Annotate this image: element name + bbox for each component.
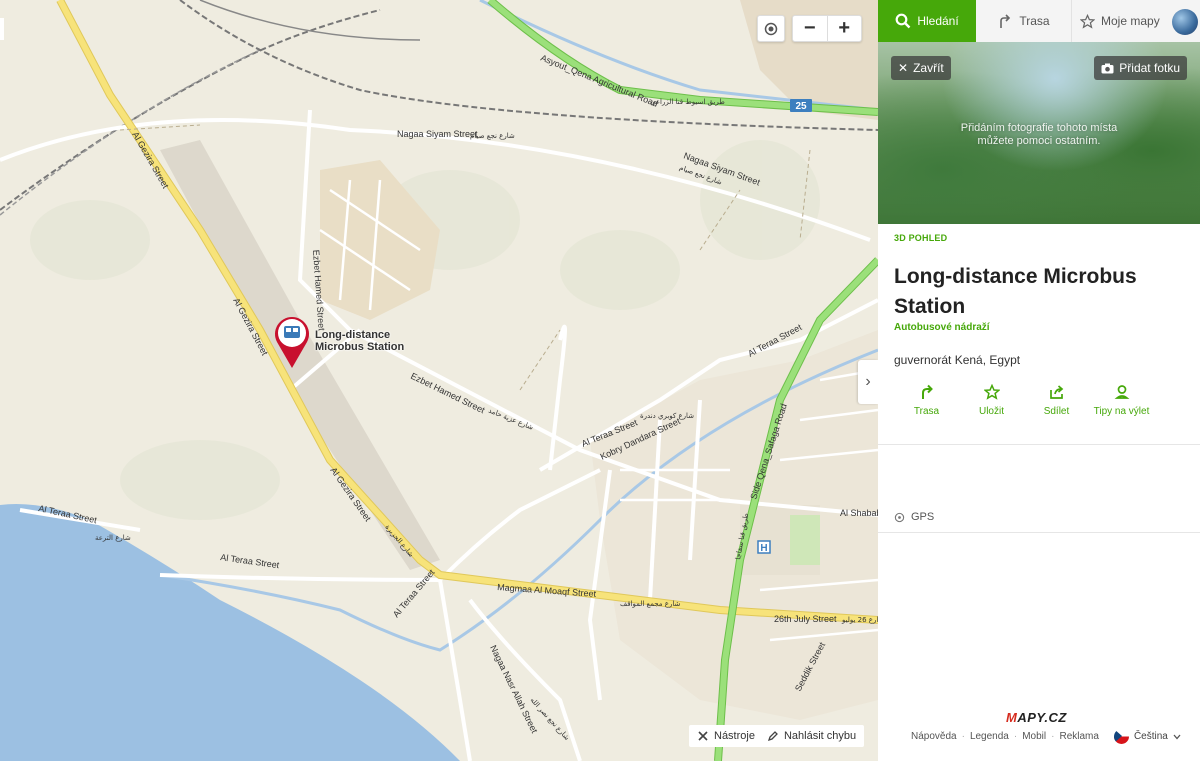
top-tabs: Hledání Trasa Moje mapy xyxy=(878,0,1200,42)
road-label-ar: طريق اسيوط قنا الزراعي xyxy=(650,98,725,106)
zoom-out-button[interactable]: − xyxy=(793,16,827,41)
poi-label-line1: Long-distance xyxy=(315,329,391,341)
chevron-down-icon xyxy=(1173,734,1181,739)
map-graphics: Asyout_Qena Agricultural Road طريق اسيوط… xyxy=(0,0,878,761)
road-label-ar: شارع الترعة xyxy=(95,534,131,542)
locate-me-button[interactable] xyxy=(757,15,785,42)
footer-link-legend[interactable]: Legenda xyxy=(970,731,1009,742)
save-action-button[interactable]: Uložit xyxy=(959,384,1024,418)
place-photo-placeholder: ✕ Zavřít Přidat fotku Přidáním fotografi… xyxy=(878,42,1200,224)
road-label-ar: شارع كوبري دندرة xyxy=(640,412,694,420)
language-label: Čeština xyxy=(1133,731,1168,742)
zoom-in-button[interactable]: + xyxy=(826,16,862,41)
language-selector[interactable]: Čeština xyxy=(1113,729,1181,744)
close-icon: ✕ xyxy=(898,61,909,75)
footer-link-mobile[interactable]: Mobil xyxy=(1022,731,1046,742)
save-action-label: Uložit xyxy=(978,406,1004,417)
trip-tips-action-button[interactable]: Tipy na výlet xyxy=(1089,384,1154,418)
map-canvas[interactable]: Asyout_Qena Agricultural Road طريق اسيوط… xyxy=(0,0,878,761)
logo-m: M xyxy=(1006,710,1018,725)
gps-icon xyxy=(894,512,905,522)
add-photo-button[interactable]: Přidat fotku xyxy=(1094,56,1187,80)
footer-separator: · xyxy=(1013,731,1018,742)
footer-links: Nápověda · Legenda · Mobil · Reklama Češ… xyxy=(911,729,1181,744)
road-label: Al Teraa Street xyxy=(220,552,281,570)
divider xyxy=(878,532,1200,533)
road-label-ar: شارع مجمع المواقف xyxy=(620,600,680,608)
trip-pin-icon xyxy=(1114,385,1129,399)
share-icon xyxy=(1049,385,1063,399)
trip-tips-action-label: Tipy na výlet xyxy=(1093,406,1150,417)
divider xyxy=(878,444,1200,445)
poi-label[interactable]: Long-distance Microbus Station xyxy=(315,329,404,353)
place-address: guvernorát Kená, Egypt xyxy=(894,353,1021,367)
star-outline-icon xyxy=(983,384,1000,400)
mapy-cz-logo[interactable]: MAPY.CZ xyxy=(1006,710,1067,725)
close-button[interactable]: ✕ Zavřít xyxy=(891,56,951,80)
footer-separator: · xyxy=(1051,731,1055,742)
road-label: 26th July Street xyxy=(774,614,837,624)
tab-route-label: Trasa xyxy=(1019,14,1050,28)
star-icon xyxy=(1080,13,1095,29)
app-root: Asyout_Qena Agricultural Road طريق اسيوط… xyxy=(0,0,1200,761)
czech-flag-icon xyxy=(1113,729,1129,744)
tools-icon xyxy=(698,731,708,741)
photo-hint-line2: můžete pomoci ostatním. xyxy=(977,135,1101,147)
place-actions: Trasa Uložit Sdílet Tipy na výlet xyxy=(894,384,1154,418)
road-label: Al Gezira Street xyxy=(130,130,171,190)
footer-link-ads[interactable]: Reklama xyxy=(1059,731,1098,742)
view-3d-link[interactable]: 3D POHLED xyxy=(894,233,947,243)
tab-search-label: Hledání xyxy=(917,14,959,28)
map-left-edge xyxy=(0,18,4,40)
route-action-label: Trasa xyxy=(913,406,940,417)
poi-label-line2: Microbus Station xyxy=(315,341,405,353)
logo-rest: APY.CZ xyxy=(1017,710,1067,725)
hospital-icon: H xyxy=(760,543,767,554)
route-shield: 25 xyxy=(795,101,807,112)
tools-button[interactable]: Nástroje xyxy=(697,730,755,742)
road-label-ar: شارع 26 يوليو xyxy=(841,616,878,624)
road-label: Asyout_Qena Agricultural Road xyxy=(539,53,659,109)
share-action-button[interactable]: Sdílet xyxy=(1024,384,1089,418)
pencil-icon xyxy=(767,731,778,742)
target-icon xyxy=(764,22,778,35)
gps-row[interactable]: GPS xyxy=(894,511,934,523)
route-action-button[interactable]: Trasa xyxy=(894,384,959,418)
close-label: Zavřít xyxy=(913,61,944,75)
road-label: Al Teraa Street xyxy=(391,567,437,619)
photo-hint: Přidáním fotografie tohoto místa můžete … xyxy=(878,122,1200,148)
gps-label: GPS xyxy=(911,511,935,523)
camera-icon xyxy=(1101,63,1114,73)
road-label: Nagaa Siyam Street xyxy=(397,129,478,139)
report-error-button[interactable]: Nahlásit chybu xyxy=(767,730,856,742)
road-label: Al Shabab xyxy=(840,508,878,518)
share-action-label: Sdílet xyxy=(1043,406,1070,417)
report-error-label: Nahlásit chybu xyxy=(783,730,857,742)
sidebar-panel: Hledání Trasa Moje mapy ✕ Zavřít Přidat … xyxy=(878,0,1200,761)
road-label: Nagaa Nasr Allah Street xyxy=(488,643,540,735)
footer-separator: · xyxy=(961,731,965,742)
collapse-panel-button[interactable]: › xyxy=(858,360,878,404)
search-icon xyxy=(895,13,911,29)
photo-hint-line1: Přidáním fotografie tohoto místa xyxy=(960,122,1118,134)
chevron-right-icon: › xyxy=(865,373,871,390)
route-icon xyxy=(1000,14,1011,28)
tools-label: Nástroje xyxy=(714,730,755,742)
user-avatar[interactable] xyxy=(1172,9,1198,35)
map-tools-bar: Nástroje Nahlásit chybu xyxy=(689,725,865,747)
place-title: Long-distance Microbus Station xyxy=(894,265,1137,318)
add-photo-label: Přidat fotku xyxy=(1119,61,1180,75)
tab-search[interactable]: Hledání xyxy=(878,0,976,42)
road-label-ar: شارع عزبة حامد xyxy=(487,406,534,431)
zoom-control: − + xyxy=(792,15,862,42)
tab-my-maps-label: Moje mapy xyxy=(1101,14,1160,28)
route-arrow-icon xyxy=(921,384,933,399)
place-category[interactable]: Autobusové nádraží xyxy=(894,322,990,333)
footer-link-help[interactable]: Nápověda xyxy=(911,731,957,742)
tab-my-maps[interactable]: Moje mapy xyxy=(1072,0,1172,42)
tab-route[interactable]: Trasa xyxy=(976,0,1072,42)
road-label-ar: شارع نجع صيام xyxy=(470,132,515,140)
road-label: Magmaa Al Moaqf Street xyxy=(497,582,597,599)
